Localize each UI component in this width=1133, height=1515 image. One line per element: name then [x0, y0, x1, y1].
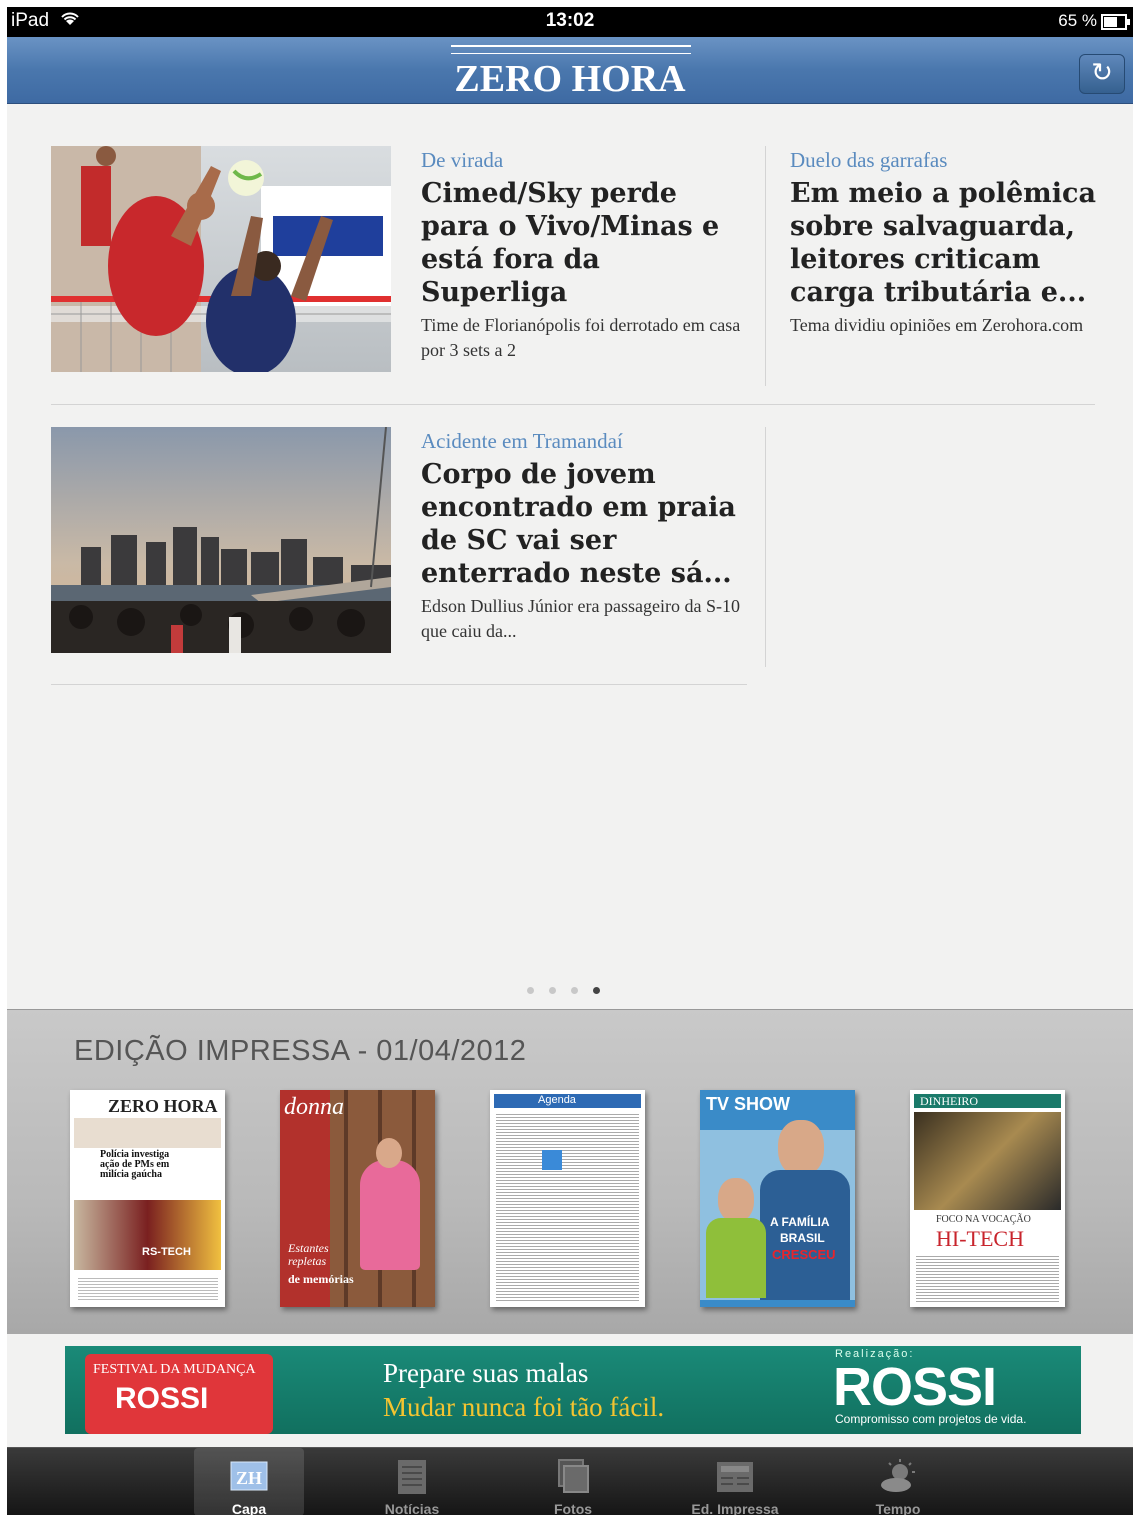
page-dot[interactable]: [571, 987, 578, 994]
page-indicator[interactable]: [527, 979, 615, 998]
ad-headline: Prepare suas malas: [383, 1358, 589, 1388]
page-dot[interactable]: [527, 987, 534, 994]
refresh-button[interactable]: ↻: [1079, 54, 1125, 94]
ad-brand-logo: ROSSI: [833, 1357, 997, 1417]
clock: 13:02: [545, 10, 595, 31]
nav-bar: ZERO HORA ↻: [7, 37, 1133, 104]
weather-icon: [878, 1458, 918, 1494]
tab-label: Notícias: [384, 1501, 440, 1515]
ad-banner-rossi[interactable]: FESTIVAL DA MUDANÇA ROSSI Prepare suas m…: [65, 1346, 1081, 1434]
tab-tempo[interactable]: Tempo: [843, 1448, 953, 1515]
tab-noticias[interactable]: Notícias: [357, 1448, 467, 1515]
cover-masthead: ZERO HORA: [108, 1096, 218, 1116]
tab-label: Capa: [231, 1501, 267, 1515]
print-edition-title: EDIÇÃO IMPRESSA - 01/04/2012: [74, 1035, 527, 1067]
cover-headline: Polícia investiga ação de PMs em milícia…: [100, 1149, 170, 1180]
ad-festival-text: FESTIVAL DA MUDANÇA: [93, 1362, 256, 1377]
cover-headline: A FAMÍLIA: [770, 1215, 830, 1229]
status-bar: iPad 13:02 65 %: [7, 7, 1133, 37]
app-frame: iPad 13:02 65 % ZERO HORA ↻ De virada Ci…: [7, 7, 1133, 1515]
article-photo-beach-city[interactable]: [51, 427, 391, 653]
cover-zero-hora[interactable]: ZERO HORA Polícia investiga ação de PMs …: [70, 1090, 225, 1307]
article-summary: Edson Dullius Júnior era passageiro da S…: [421, 596, 740, 641]
cover-subheadline: de memórias: [288, 1272, 354, 1286]
zh-logo-icon: ZH: [229, 1458, 269, 1494]
tab-bar: ZH Capa Notícias Fotos Ed. Impressa Temp…: [7, 1447, 1133, 1515]
cover-tv-show[interactable]: TV SHOW A FAMÍLIA BRASIL CRESCEU: [700, 1090, 855, 1307]
ad-festival-brand: ROSSI: [115, 1382, 209, 1415]
print-edition-shelf: EDIÇÃO IMPRESSA - 01/04/2012 ZERO HORA P…: [7, 1009, 1133, 1334]
cover-headline-3: CRESCEU: [772, 1247, 836, 1262]
battery-icon: [1101, 14, 1130, 30]
row-divider: [51, 404, 1095, 405]
logo-rule: [451, 45, 691, 54]
tab-ed-impressa[interactable]: Ed. Impressa: [680, 1448, 790, 1515]
cover-headline: FOCO NA VOCAÇÃO: [936, 1214, 1031, 1225]
tab-label: Fotos: [553, 1501, 593, 1515]
battery-percent: 65 %: [1058, 11, 1097, 30]
article-headline[interactable]: Em meio a polêmica sobre salvaguarda, le…: [790, 177, 1100, 309]
tab-label: Tempo: [875, 1501, 921, 1515]
page-dot-active[interactable]: [593, 987, 600, 994]
ad-festival-badge: FESTIVAL DA MUDANÇA ROSSI: [85, 1354, 273, 1434]
cover-headline: Estantes repletas: [288, 1241, 329, 1268]
tab-capa[interactable]: ZH Capa: [194, 1448, 304, 1515]
refresh-icon: ↻: [1091, 58, 1113, 88]
column-divider: [765, 146, 766, 386]
article-kicker: Acidente em Tramandaí: [421, 429, 623, 453]
cover-section: RS-TECH: [142, 1246, 191, 1258]
cover-masthead: donna: [284, 1094, 344, 1120]
cover-dinheiro[interactable]: DINHEIRO FOCO NA VOCAÇÃO HI-TECH: [910, 1090, 1065, 1307]
cover-agenda[interactable]: Agenda: [490, 1090, 645, 1307]
article-kicker: De virada: [421, 148, 504, 172]
cover-headline-2: HI-TECH: [936, 1226, 1024, 1251]
svg-text:ZH: ZH: [236, 1468, 262, 1488]
ad-tagline: Mudar nunca foi tão fácil.: [383, 1392, 665, 1422]
cover-masthead: TV SHOW: [706, 1094, 790, 1114]
cover-masthead: Agenda: [538, 1094, 576, 1106]
row-divider: [51, 684, 747, 685]
cover-masthead: DINHEIRO: [920, 1094, 978, 1108]
tab-fotos[interactable]: Fotos: [518, 1448, 628, 1515]
tab-label: Ed. Impressa: [691, 1501, 779, 1515]
cover-donna[interactable]: donna Estantes repletas de memórias: [280, 1090, 435, 1307]
page-dot[interactable]: [549, 987, 556, 994]
article-summary: Time de Florianópolis foi derrotado em c…: [421, 315, 741, 360]
article-summary: Tema dividiu opiniões em Zerohora.com: [790, 315, 1084, 335]
ad-slogan: Compromisso com projetos de vida.: [835, 1412, 1027, 1426]
article-headline[interactable]: Corpo de jovem encontrado em praia de SC…: [421, 458, 741, 590]
article-headline[interactable]: Cimed/Sky perde para o Vivo/Minas e está…: [421, 177, 741, 309]
article-photo-volleyball[interactable]: [51, 146, 391, 372]
cover-headline-2: BRASIL: [780, 1231, 825, 1245]
print-edition-icon: [715, 1458, 755, 1494]
column-divider: [765, 427, 766, 667]
article-kicker: Duelo das garrafas: [790, 148, 948, 172]
photos-icon: [553, 1458, 593, 1494]
app-logo: ZERO HORA: [454, 58, 686, 100]
newspaper-icon: [392, 1458, 432, 1494]
